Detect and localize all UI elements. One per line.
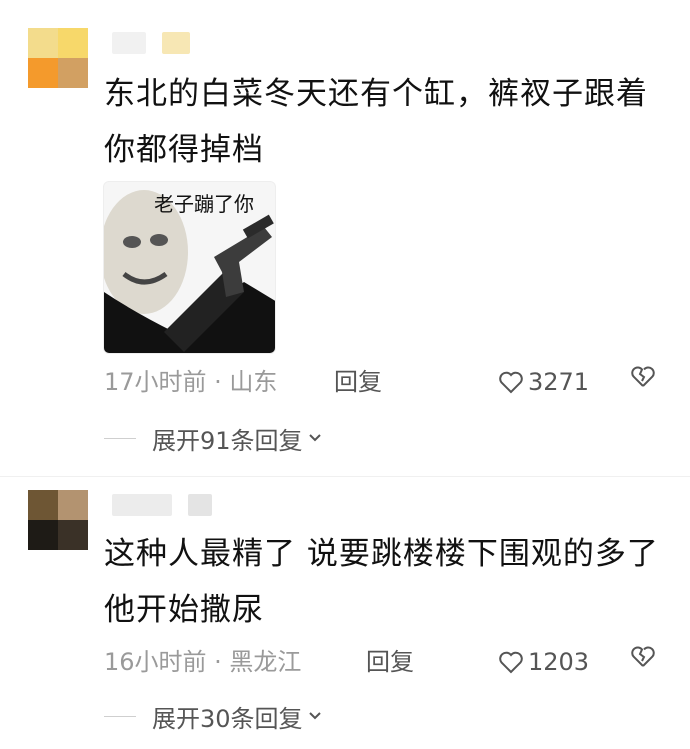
comment-divider [0,476,690,477]
meme-caption: 老子蹦了你 [154,192,254,216]
broken-heart-icon [631,366,655,387]
reply-button[interactable]: 回复 [334,364,382,400]
heart-icon [499,371,523,394]
like-button[interactable]: 3271 [498,364,589,400]
expand-divider-line [104,437,136,439]
username-redacted[interactable] [112,494,212,516]
comment-text: 这种人最精了 说要跳楼楼下围观的多了他开始撒尿 [104,536,659,628]
username-redacted[interactable] [112,32,190,54]
time-location: 16小时前 · 黑龙江 [104,648,302,676]
comment-text: 东北的白菜冬天还有个缸，裤衩子跟着你都得掉档 [104,76,648,168]
avatar[interactable] [28,490,88,550]
chevron-down-icon [307,710,323,722]
reply-button[interactable]: 回复 [366,644,414,680]
comment-meta: 16小时前 · 黑龙江 回复 1203 [104,644,664,680]
dislike-button[interactable] [630,644,656,668]
avatar[interactable] [28,28,88,88]
expand-replies[interactable]: 展开30条回复 [104,698,323,734]
meme-image[interactable]: 老子蹦了你 [103,181,276,354]
broken-heart-icon [631,646,655,667]
chevron-down-icon [307,432,323,444]
like-count: 1203 [528,648,590,676]
expand-replies[interactable]: 展开91条回复 [104,420,323,456]
like-button[interactable]: 1203 [498,644,589,680]
expand-replies-label: 展开30条回复 [152,704,303,733]
comment-meta: 17小时前 · 山东 回复 3271 [104,364,664,400]
expand-divider-line [104,715,136,717]
like-count: 3271 [528,368,590,396]
expand-replies-label: 展开91条回复 [152,426,303,455]
heart-icon [499,651,523,674]
time-location: 17小时前 · 山东 [104,368,278,396]
dislike-button[interactable] [630,364,656,388]
